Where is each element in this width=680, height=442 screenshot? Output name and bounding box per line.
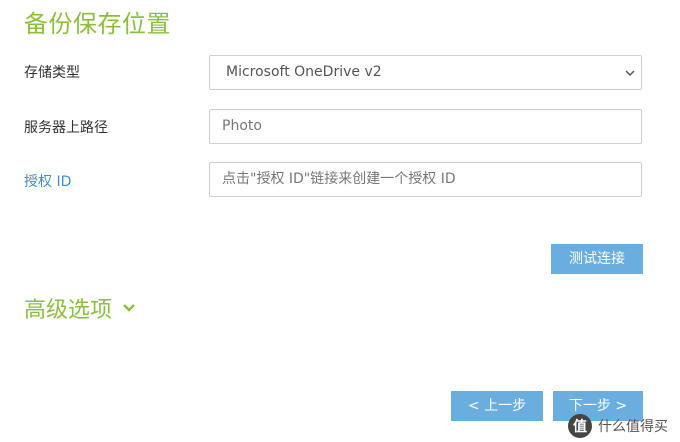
chevron-down-icon — [123, 304, 135, 312]
storage-type-value: Microsoft OneDrive v2 — [226, 64, 382, 80]
watermark-text: 什么值得买 — [598, 419, 668, 435]
server-path-value: Photo — [222, 118, 262, 134]
auth-id-placeholder: 点击"授权 ID"链接来创建一个授权 ID — [222, 171, 456, 187]
advanced-options-toggle[interactable]: 高级选项 — [24, 292, 136, 324]
test-connection-button[interactable]: 测试连接 — [551, 244, 643, 274]
chevron-down-icon — [625, 70, 635, 77]
advanced-options-label: 高级选项 — [24, 298, 113, 323]
watermark-logo: 值 — [568, 414, 592, 438]
prev-button[interactable]: < 上一步 — [451, 391, 543, 421]
watermark: 值 什么值得买 — [568, 414, 668, 438]
server-path-input[interactable]: Photo — [209, 109, 642, 144]
storage-type-label: 存储类型 — [24, 65, 80, 81]
server-path-label: 服务器上路径 — [24, 120, 108, 136]
auth-id-link[interactable]: 授权 ID — [24, 171, 71, 191]
storage-type-select[interactable]: Microsoft OneDrive v2 — [209, 55, 642, 90]
auth-id-input[interactable]: 点击"授权 ID"链接来创建一个授权 ID — [209, 162, 642, 197]
page-title: 备份保存位置 — [24, 10, 171, 38]
